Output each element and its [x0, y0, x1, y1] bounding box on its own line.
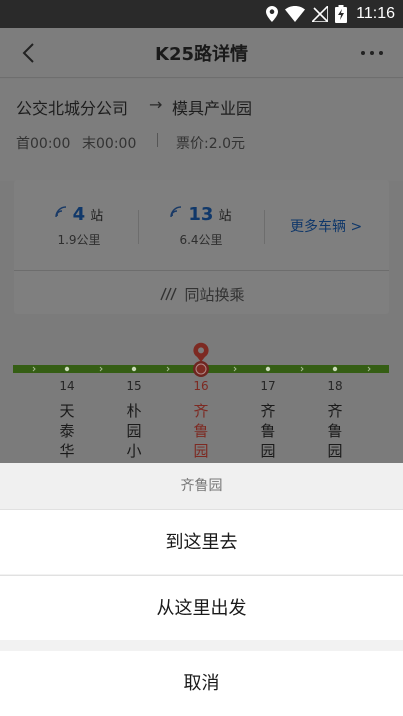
depart-from-here-button[interactable]: 从这里出发 [0, 575, 403, 640]
stop-number: 16 [193, 379, 209, 393]
bus-distance: 6.4公里 [179, 233, 223, 247]
page-title: K25路详情 [155, 44, 248, 65]
stop-item-selected[interactable]: 16 齐鲁园 [186, 379, 216, 461]
stop-name: 朴园小 [126, 402, 142, 460]
transfer-label: 同站换乘 [184, 286, 245, 304]
action-sheet: 齐鲁园 到这里去 从这里出发 取消 [0, 463, 403, 716]
bus-stops-away: 4 [72, 204, 86, 225]
last-bus-time: 末00:00 [82, 136, 137, 152]
cancel-button[interactable]: 取消 [0, 651, 403, 716]
route-arrow: → [149, 95, 163, 114]
bus-stops-away: 13 [188, 204, 214, 225]
more-buses-link[interactable]: 更多车辆 > [290, 216, 362, 236]
stop-name: 齐鲁园 [193, 402, 209, 460]
stop-number: 17 [260, 379, 276, 393]
bus-distance: 1.9公里 [57, 233, 101, 247]
stop-number: 18 [327, 379, 343, 393]
battery-icon [335, 5, 348, 23]
stop-name: 天泰华 [59, 402, 75, 460]
bus-stops-unit: 站 [90, 209, 104, 224]
bus-stops-unit: 站 [218, 209, 232, 224]
divider [157, 133, 158, 147]
more-menu-icon[interactable] [359, 42, 385, 64]
same-station-transfer-button[interactable]: 同站换乘 [14, 284, 389, 305]
bus-arrival-1[interactable]: 4 站 1.9公里 [24, 204, 134, 248]
nav-bar: K25路详情 [0, 28, 403, 78]
status-icons: 11:16 [266, 4, 395, 24]
realtime-signal-icon [54, 206, 66, 218]
stop-number: 15 [126, 379, 142, 393]
stop-item[interactable]: 18 齐鲁园 [320, 379, 350, 461]
route-origin: 公交北城分公司 [16, 99, 129, 118]
bus-arrival-2[interactable]: 13 站 6.4公里 [146, 204, 256, 248]
transfer-icon [160, 287, 178, 301]
first-bus-time: 首00:00 [16, 136, 71, 152]
stop-name: 齐鲁园 [327, 402, 343, 460]
status-bar: 11:16 [0, 0, 403, 28]
signal-off-icon [312, 6, 329, 22]
stop-name: 齐鲁园 [260, 402, 276, 460]
realtime-bus-card: 4 站 1.9公里 13 站 6.4公里 更多车辆 > 同站换乘 [14, 180, 389, 314]
stop-item[interactable]: 14 天泰华 [52, 379, 82, 461]
divider [264, 210, 265, 244]
divider [138, 210, 139, 244]
route-destination: 模具产业园 [172, 99, 253, 118]
stop-number: 14 [59, 379, 75, 393]
realtime-signal-icon [170, 206, 182, 218]
route-info: 公交北城分公司 → 模具产业园 首00:00 末00:00 票价:2.0元 [0, 79, 403, 181]
selected-stop-marker-icon [193, 342, 209, 377]
status-time: 11:16 [356, 5, 395, 22]
divider [14, 270, 389, 271]
wifi-icon [285, 6, 306, 22]
action-sheet-title: 齐鲁园 [0, 463, 403, 509]
stop-item[interactable]: 15 朴园小 [119, 379, 149, 461]
stop-item[interactable]: 17 齐鲁园 [253, 379, 283, 461]
fare: 票价:2.0元 [176, 136, 245, 152]
location-icon [266, 6, 279, 22]
go-here-button[interactable]: 到这里去 [0, 509, 403, 574]
